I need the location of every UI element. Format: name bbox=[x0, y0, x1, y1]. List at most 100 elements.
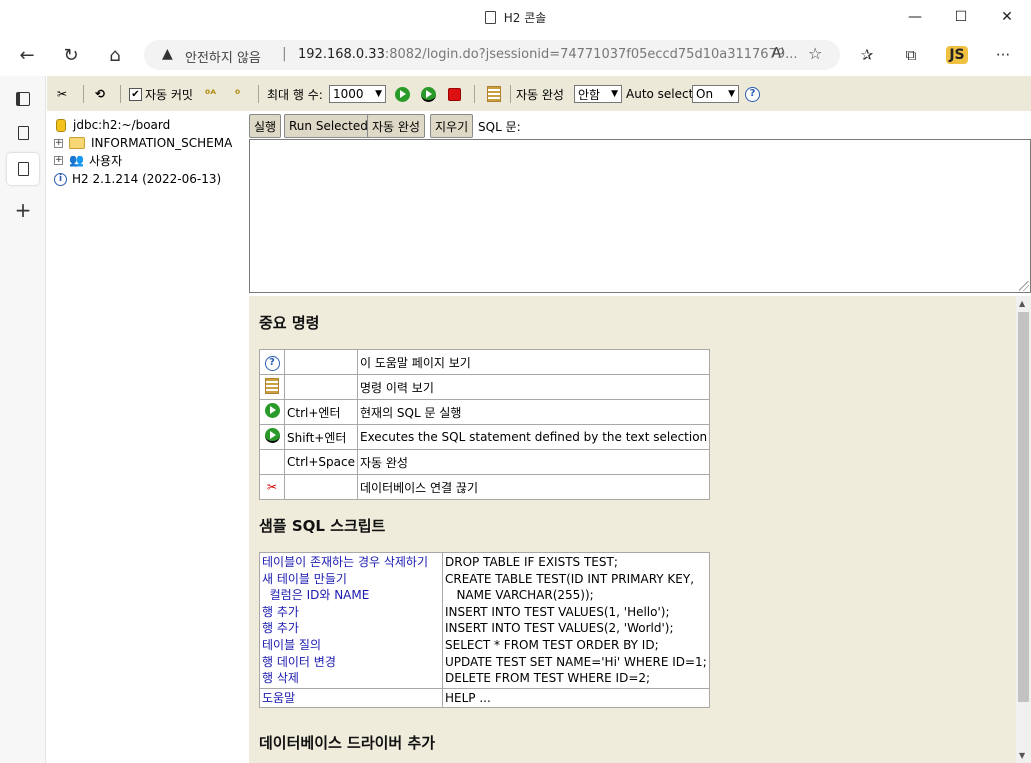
autocomplete-select[interactable]: 안함 ▼ bbox=[574, 84, 622, 104]
table-row: Shift+엔터 Executes the SQL statement defi… bbox=[259, 424, 711, 450]
browser-toolbar: ← ↻ ⌂ ▲ 안전하지 않음 | 192.168.0.33:8082/logi… bbox=[0, 34, 1031, 76]
autocomplete-value: 안함 bbox=[578, 87, 601, 102]
refresh-icon[interactable]: ↻ bbox=[56, 41, 86, 69]
back-icon[interactable]: ← bbox=[12, 41, 42, 69]
table-cell: 이 도움말 페이지 보기 bbox=[356, 349, 711, 375]
sql-editor[interactable] bbox=[249, 139, 1031, 293]
autocomplete-dropdown[interactable]: 안함 ▼ bbox=[574, 85, 622, 103]
sample-link[interactable]: 행 데이터 변경 bbox=[262, 654, 440, 671]
run-button[interactable]: 실행 bbox=[249, 114, 282, 138]
run-selected-icon[interactable] bbox=[421, 84, 436, 104]
expand-icon[interactable]: + bbox=[54, 138, 63, 148]
sample-sql-line: NAME VARCHAR(255)); bbox=[445, 588, 594, 603]
autocommit-toggle[interactable]: ✔ 자동 커밋 bbox=[129, 84, 193, 104]
run-glyph bbox=[395, 86, 410, 102]
sample-link[interactable]: 컬럼은 ID와 NAME bbox=[262, 587, 440, 604]
autocommit-checkbox[interactable]: ✔ bbox=[129, 87, 142, 101]
sample-link[interactable]: 테이블 질의 bbox=[262, 637, 440, 654]
autocommit-label: 자동 커밋 bbox=[145, 87, 193, 102]
run-selected-icon[interactable] bbox=[264, 428, 280, 443]
max-rows-select[interactable]: 1000 ▼ bbox=[329, 84, 386, 104]
disconnect-icon[interactable]: ✂ bbox=[267, 480, 277, 494]
rollback-icon[interactable]: ⁰ᴬ bbox=[205, 84, 216, 104]
chevron-down-icon: ▼ bbox=[728, 89, 735, 99]
collections-icon[interactable]: ⧉ bbox=[896, 41, 926, 69]
run-icon[interactable] bbox=[395, 84, 410, 104]
url-text[interactable]: 192.168.0.33:8082/login.do?jsessionid=74… bbox=[298, 47, 798, 62]
sample-link[interactable]: 행 추가 bbox=[262, 604, 440, 621]
disconnect-icon[interactable]: ✂ bbox=[57, 84, 67, 104]
favorites-icon[interactable]: ✰ bbox=[852, 41, 882, 69]
run-icon[interactable] bbox=[264, 403, 280, 418]
sample-sql-line: UPDATE TEST SET NAME='Hi' WHERE ID=1; bbox=[445, 654, 707, 669]
important-commands-heading: 중요 명령 bbox=[259, 314, 320, 332]
commit-icon[interactable]: ⁰ bbox=[235, 84, 240, 104]
refresh-tree-icon[interactable]: ⟲ bbox=[95, 84, 105, 104]
autoselect-dropdown[interactable]: On ▼ bbox=[692, 85, 739, 103]
run-selected-button[interactable]: Run Selected bbox=[284, 114, 373, 138]
security-label[interactable]: 안전하지 않음 bbox=[185, 47, 261, 66]
scrollbar-thumb[interactable] bbox=[1018, 312, 1029, 702]
sample-sql-line: DELETE FROM TEST WHERE ID=2; bbox=[445, 671, 651, 686]
sample-link[interactable]: 행 추가 bbox=[262, 620, 440, 637]
table-row: Ctrl+Space 자동 완성 bbox=[259, 449, 711, 475]
sample-link[interactable]: 테이블이 존재하는 경우 삭제하기 bbox=[262, 554, 440, 571]
sample-link[interactable]: 행 삭제 bbox=[262, 670, 440, 687]
query-panel: 실행 Run Selected 자동 완성 지우기 SQL 문: bbox=[249, 111, 1031, 296]
read-aloud-icon[interactable]: A⁾ bbox=[772, 46, 784, 61]
toolbar-divider bbox=[258, 85, 259, 103]
table-cell: ? bbox=[259, 349, 285, 375]
sample-sql-table: 테이블이 존재하는 경우 삭제하기 새 테이블 만들기 컬럼은 ID와 NAME… bbox=[259, 552, 710, 709]
new-tab-icon[interactable]: + bbox=[7, 194, 39, 226]
tree-version: i H2 2.1.214 (2022-06-13) bbox=[54, 170, 221, 188]
max-rows-label: 최대 행 수: bbox=[267, 87, 323, 102]
table-cell: Shift+엔터 bbox=[284, 424, 358, 450]
resize-grip[interactable] bbox=[1019, 281, 1029, 291]
max-rows-dropdown[interactable]: 1000 ▼ bbox=[329, 85, 386, 103]
warning-icon[interactable]: ▲ bbox=[162, 46, 173, 62]
tree-users[interactable]: + 👥 사용자 bbox=[54, 151, 122, 169]
url-separator: | bbox=[282, 46, 287, 62]
tab-page-active[interactable] bbox=[7, 153, 39, 185]
close-button[interactable]: ✕ bbox=[984, 0, 1030, 34]
scroll-down-icon[interactable]: ▼ bbox=[1019, 751, 1025, 760]
table-cell bbox=[284, 474, 358, 500]
autocomplete-button[interactable]: 자동 완성 bbox=[367, 114, 425, 138]
scrollbar[interactable]: ▲ ▼ bbox=[1016, 296, 1031, 763]
address-bar[interactable]: ▲ 안전하지 않음 | 192.168.0.33:8082/login.do?j… bbox=[144, 40, 840, 70]
more-menu-icon[interactable]: ··· bbox=[988, 41, 1018, 69]
table-cell: 데이터베이스 연결 끊기 bbox=[356, 474, 711, 500]
table-row: Ctrl+엔터 현재의 SQL 문 실행 bbox=[259, 399, 711, 425]
connection-label: jdbc:h2:~/board bbox=[73, 118, 171, 132]
help-icon[interactable]: ? bbox=[264, 355, 280, 371]
commands-table: ? 이 도움말 페이지 보기 명령 이력 보기 Ctrl+엔터 현재의 SQL … bbox=[259, 349, 711, 500]
minimize-button[interactable]: — bbox=[892, 0, 938, 34]
help-icon[interactable]: ? bbox=[745, 84, 760, 104]
home-icon[interactable]: ⌂ bbox=[100, 41, 130, 69]
clear-button[interactable]: 지우기 bbox=[430, 114, 474, 138]
stop-icon[interactable] bbox=[448, 84, 461, 104]
table-row: ✂ 데이터베이스 연결 끊기 bbox=[259, 474, 711, 500]
autoselect-select[interactable]: On ▼ bbox=[692, 84, 739, 104]
history-icon[interactable] bbox=[265, 377, 279, 394]
tab-actions-icon[interactable] bbox=[7, 83, 39, 115]
sample-link[interactable]: 새 테이블 만들기 bbox=[262, 571, 440, 588]
expand-icon[interactable]: + bbox=[54, 155, 63, 165]
tab-page-1[interactable] bbox=[7, 117, 39, 149]
window-title-area: H2 콘솔 bbox=[0, 9, 1031, 26]
table-row: 테이블이 존재하는 경우 삭제하기 새 테이블 만들기 컬럼은 ID와 NAME… bbox=[259, 552, 710, 689]
chevron-down-icon: ▼ bbox=[375, 89, 382, 99]
table-cell: 현재의 SQL 문 실행 bbox=[356, 399, 711, 425]
add-favorite-icon[interactable]: ☆ bbox=[808, 44, 822, 63]
scroll-up-icon[interactable]: ▲ bbox=[1019, 299, 1025, 308]
window-title: H2 콘솔 bbox=[503, 11, 547, 25]
toolbar-divider bbox=[510, 85, 511, 103]
extension-js-icon[interactable]: JS bbox=[942, 41, 972, 69]
maximize-button[interactable]: ☐ bbox=[938, 0, 984, 34]
tree-connection[interactable]: jdbc:h2:~/board bbox=[54, 116, 170, 134]
add-driver-heading: 데이터베이스 드라이버 추가 bbox=[259, 734, 436, 752]
help-link[interactable]: 도움말 bbox=[262, 690, 440, 707]
tree-schema[interactable]: + INFORMATION_SCHEMA bbox=[54, 134, 232, 152]
sample-sql-cell: DROP TABLE IF EXISTS TEST; CREATE TABLE … bbox=[442, 552, 710, 689]
history-icon[interactable] bbox=[487, 84, 501, 104]
